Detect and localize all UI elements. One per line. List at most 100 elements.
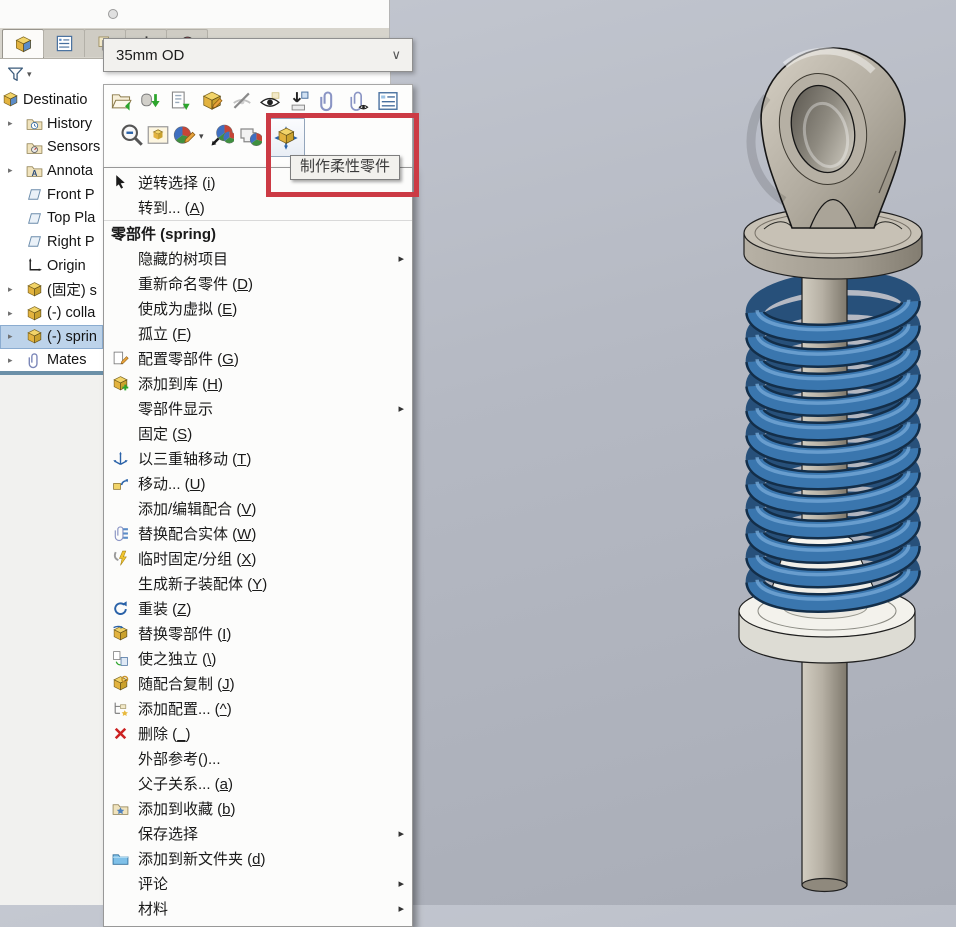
tree-item[interactable]: ▸(-) sprin bbox=[0, 325, 103, 349]
menu-item-label: 材料 bbox=[138, 898, 168, 919]
tree-item[interactable]: ▸AAnnota bbox=[0, 159, 103, 183]
reload-icon bbox=[112, 600, 129, 617]
menu-item[interactable]: 零部件显示▸ bbox=[104, 396, 412, 421]
menu-item[interactable]: 材料▸ bbox=[104, 896, 412, 921]
menu-item-label: 添加配置... (^) bbox=[138, 698, 232, 719]
menu-item-label: 隐藏的树项目 bbox=[138, 248, 228, 269]
menu-item[interactable]: 重装 (Z) bbox=[104, 596, 412, 621]
cursor-icon bbox=[112, 174, 129, 191]
appearance-copy-icon[interactable] bbox=[238, 123, 262, 147]
menu-item[interactable]: 转到... (A) bbox=[104, 195, 412, 220]
menu-item[interactable]: 移动... (U) bbox=[104, 471, 412, 496]
view-mates-icon[interactable] bbox=[347, 90, 369, 112]
menu-item-label: 添加到新文件夹 (d) bbox=[138, 848, 266, 869]
menu-item-label: 固定 (S) bbox=[138, 423, 192, 444]
comp-arrow-icon[interactable] bbox=[139, 90, 161, 112]
tree-item[interactable]: Origin bbox=[0, 254, 103, 278]
menu-icon-spacer bbox=[112, 199, 129, 216]
expand-arrow-icon[interactable]: ▸ bbox=[6, 355, 26, 366]
zoom-sel-icon[interactable] bbox=[120, 123, 144, 147]
menu-item-label: 逆转选择 (i) bbox=[138, 172, 216, 193]
menu-item-label: 父子关系... (a) bbox=[138, 773, 233, 794]
insert-below-icon[interactable] bbox=[288, 90, 310, 112]
edit-part-icon[interactable] bbox=[201, 90, 223, 112]
menu-item[interactable]: 添加到新文件夹 (d) bbox=[104, 846, 412, 871]
tree-item[interactable]: Top Pla bbox=[0, 206, 103, 230]
menu-icon-spacer bbox=[112, 425, 129, 442]
filter-caret-icon[interactable]: ▾ bbox=[27, 69, 32, 80]
configuration-dropdown[interactable]: 35mm OD ∨ bbox=[103, 38, 413, 72]
feature-tree: Destinatio▸HistorySensors▸AAnnotaFront P… bbox=[0, 88, 103, 372]
menu-item[interactable]: 临时固定/分组 (X) bbox=[104, 546, 412, 571]
menu-item[interactable]: 固定 (S) bbox=[104, 421, 412, 446]
appearance-part-icon[interactable] bbox=[146, 123, 170, 147]
tree-item[interactable]: ▸Mates bbox=[0, 349, 103, 373]
menu-item[interactable]: 保存选择▸ bbox=[104, 821, 412, 846]
open-part-icon[interactable] bbox=[111, 90, 133, 112]
menu-item[interactable]: 使之独立 (\) bbox=[104, 646, 412, 671]
caret-down-icon[interactable]: ▾ bbox=[199, 131, 204, 142]
expand-arrow-icon[interactable]: ▸ bbox=[6, 118, 26, 129]
tree-item-label: (-) colla bbox=[47, 305, 95, 321]
menu-icon-spacer bbox=[112, 250, 129, 267]
menu-item[interactable]: 添加到库 (H) bbox=[104, 371, 412, 396]
menu-item[interactable]: 评论▸ bbox=[104, 871, 412, 896]
menu-item[interactable]: 以三重轴移动 (T) bbox=[104, 446, 412, 471]
tree-item[interactable]: ▸(固定) s bbox=[0, 278, 103, 302]
move-icon bbox=[112, 475, 129, 492]
hide-icon[interactable] bbox=[231, 90, 253, 112]
tab-props-tab[interactable] bbox=[43, 29, 85, 57]
menu-item[interactable]: 随配合复制 (J) bbox=[104, 671, 412, 696]
menu-item[interactable]: 配置零部件 (G) bbox=[104, 346, 412, 371]
menu-item[interactable]: 外部参考()... bbox=[104, 746, 412, 771]
doc-export-icon[interactable] bbox=[169, 90, 191, 112]
menu-icon-spacer bbox=[112, 750, 129, 767]
panel-top-strip bbox=[0, 0, 390, 29]
tree-item[interactable]: ▸History bbox=[0, 112, 103, 136]
menu-item[interactable]: 添加配置... (^) bbox=[104, 696, 412, 721]
tree-item[interactable]: Sensors bbox=[0, 135, 103, 159]
expand-arrow-icon[interactable]: ▸ bbox=[6, 308, 26, 319]
menu-item-label: 配置零部件 (G) bbox=[138, 348, 239, 369]
splitter-handle-dot[interactable] bbox=[108, 9, 118, 19]
filter-icon[interactable] bbox=[5, 65, 25, 83]
tree-item[interactable]: Front P bbox=[0, 183, 103, 207]
spring-assembly-model[interactable] bbox=[690, 25, 956, 905]
tree-item[interactable]: Right P bbox=[0, 230, 103, 254]
menu-item[interactable]: 孤立 (F) bbox=[104, 321, 412, 346]
tree-item[interactable]: ▸ (-) colla bbox=[0, 301, 103, 325]
menu-item-label: 添加到收藏 (b) bbox=[138, 798, 236, 819]
add-library-icon bbox=[112, 375, 129, 392]
tab-tree-tab[interactable] bbox=[2, 29, 44, 58]
menu-icon-spacer bbox=[112, 400, 129, 417]
menu-item-label: 转到... (A) bbox=[138, 197, 205, 218]
tree-item[interactable]: Destinatio bbox=[0, 88, 103, 112]
part-icon bbox=[26, 281, 43, 298]
menu-item[interactable]: 添加/编辑配合 (V) bbox=[104, 496, 412, 521]
menu-item[interactable]: 生成新子装配体 (Y) bbox=[104, 571, 412, 596]
chevron-down-icon[interactable]: ∨ bbox=[391, 47, 401, 63]
menu-item-label: 重新命名零件 (D) bbox=[138, 273, 253, 294]
origin-icon bbox=[26, 257, 43, 274]
menu-item-label: 移动... (U) bbox=[138, 473, 206, 494]
submenu-arrow-icon: ▸ bbox=[398, 827, 404, 840]
menu-item-label: 替换配合实体 (W) bbox=[138, 523, 256, 544]
expand-arrow-icon[interactable]: ▸ bbox=[6, 284, 26, 295]
menu-item[interactable]: 使成为虚拟 (E) bbox=[104, 296, 412, 321]
mate-clip-icon[interactable] bbox=[317, 90, 339, 112]
expand-arrow-icon[interactable]: ▸ bbox=[6, 331, 26, 342]
tree-item-label: Top Pla bbox=[47, 210, 95, 226]
show-icon[interactable] bbox=[259, 90, 281, 112]
menu-item[interactable]: 重新命名零件 (D) bbox=[104, 271, 412, 296]
menu-item[interactable]: 替换零部件 (I) bbox=[104, 621, 412, 646]
expand-arrow-icon[interactable]: ▸ bbox=[6, 165, 26, 176]
menu-item[interactable]: 父子关系... (a) bbox=[104, 771, 412, 796]
menu-item[interactable]: 隐藏的树项目▸ bbox=[104, 246, 412, 271]
properties-icon[interactable] bbox=[377, 90, 399, 112]
menu-item[interactable]: 删除 (_) bbox=[104, 721, 412, 746]
edit-appearance-icon[interactable] bbox=[172, 123, 196, 147]
menu-item[interactable]: 添加到收藏 (b) bbox=[104, 796, 412, 821]
menu-item[interactable]: 替换配合实体 (W) bbox=[104, 521, 412, 546]
appearances-icon[interactable] bbox=[210, 123, 234, 147]
props-tab-icon bbox=[55, 34, 74, 53]
